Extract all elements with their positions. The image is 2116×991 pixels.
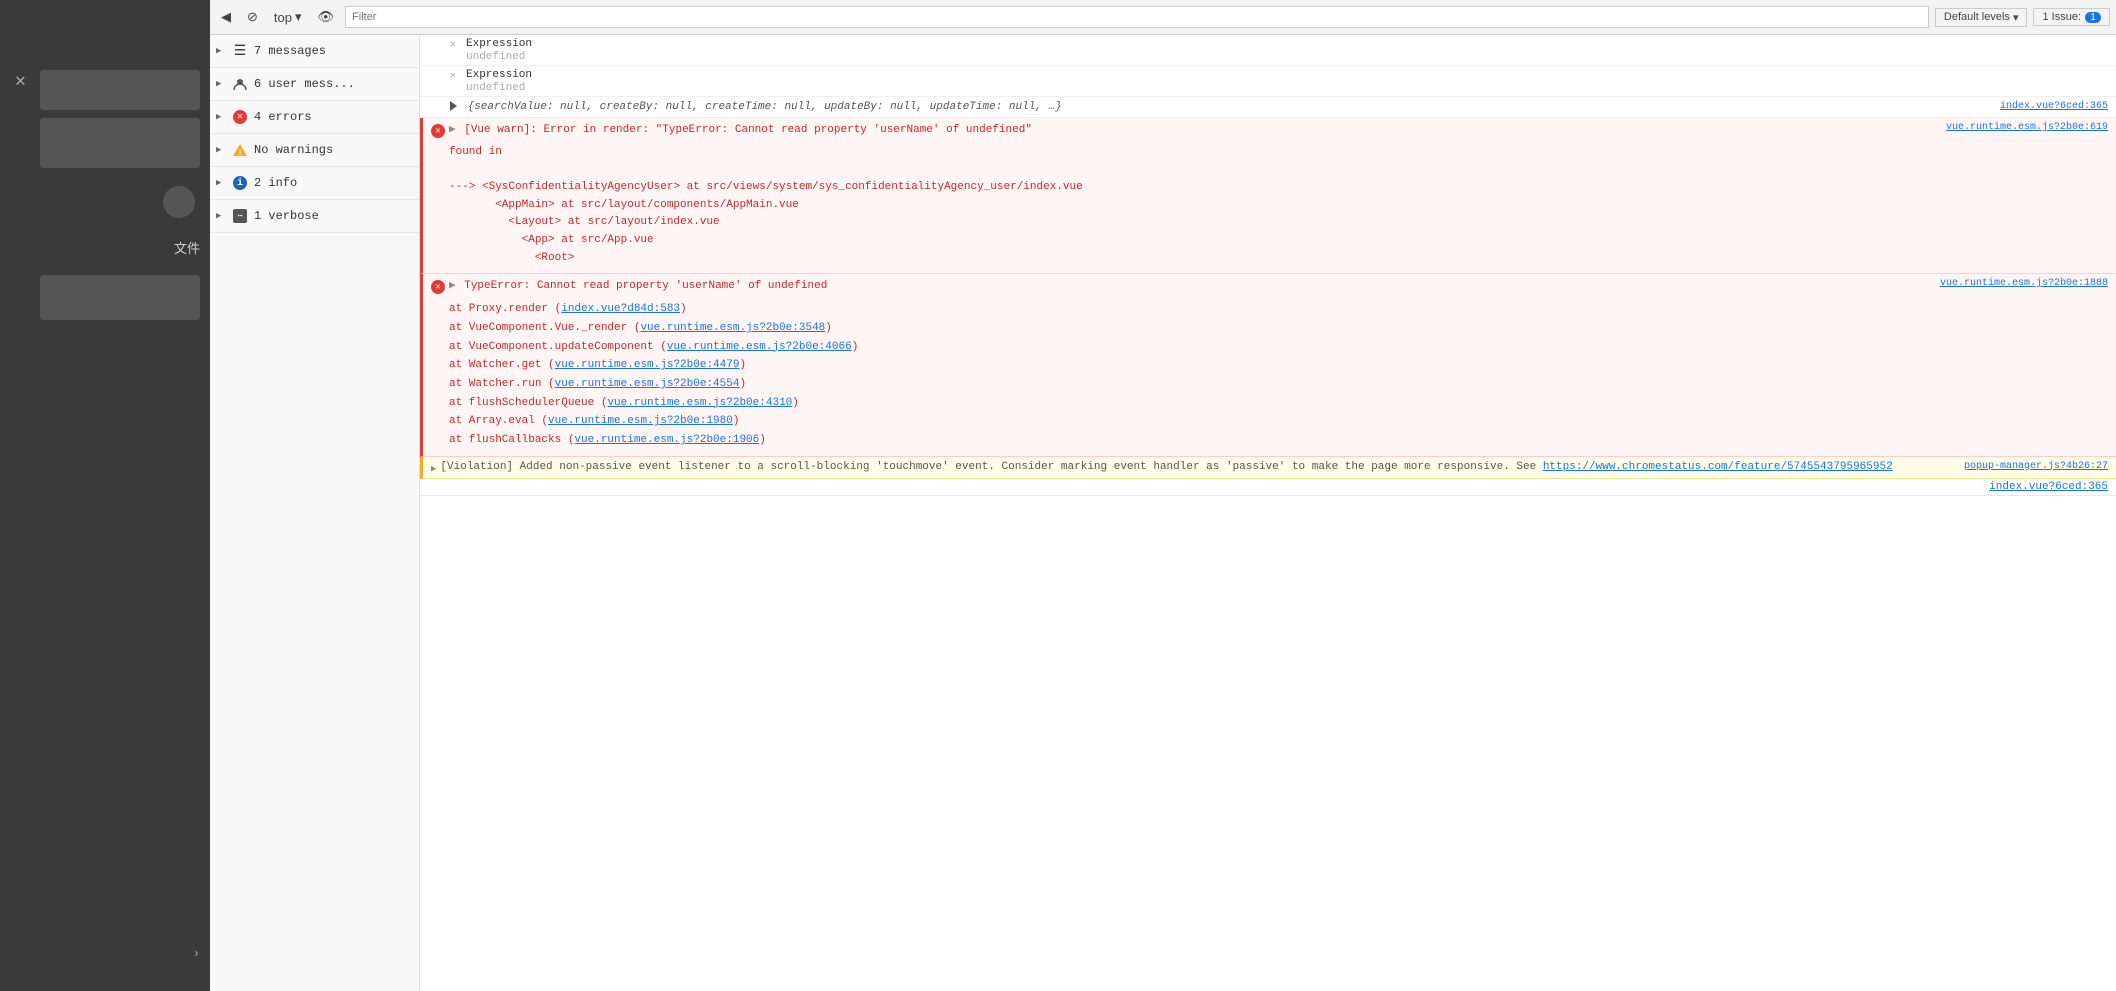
list-icon: ☰ — [232, 43, 248, 59]
warnings-label: No warnings — [254, 143, 413, 157]
inline-source-1[interactable]: index.vue?d84d:583 — [561, 303, 680, 315]
typeerror-error-header: ✕ ▶ TypeError: Cannot read property 'use… — [423, 274, 2116, 298]
expand-arrow-icon: ▶ — [216, 178, 226, 188]
levels-label: Default levels — [1944, 11, 2010, 23]
browser-chrome: ✕ 文件 › — [0, 0, 210, 991]
user-messages-label: 6 user mess... — [254, 77, 413, 91]
console-body: ▶ ☰ 7 messages ▶ 6 user mess... ▶ — [210, 35, 2116, 991]
error-icon-1: ✕ — [431, 124, 445, 138]
violation-link[interactable]: https://www.chromestatus.com/feature/574… — [1543, 461, 1893, 473]
vue-warn-source-link[interactable]: vue.runtime.esm.js?2b0e:619 — [1946, 122, 2108, 133]
object-entry: {searchValue: null, createBy: null, crea… — [420, 97, 2116, 118]
bottom-source-link[interactable]: index.vue?6ced:365 — [1989, 481, 2108, 493]
expand-arrow-icon: ▶ — [216, 211, 226, 221]
sidebar-item-user-messages[interactable]: ▶ 6 user mess... — [210, 68, 419, 101]
expression-value-2: undefined — [450, 82, 2108, 94]
expression-label-2: ✕ Expression — [450, 68, 2108, 82]
bottom-source-row: index.vue?6ced:365 — [420, 479, 2116, 496]
violation-content: [Violation] Added non-passive event list… — [440, 461, 2108, 473]
close-expression-1-button[interactable]: ✕ — [450, 39, 462, 51]
object-source-link[interactable]: index.vue?6ced:365 — [2000, 101, 2108, 112]
error-icon-2: ✕ — [431, 280, 445, 294]
errors-label: 4 errors — [254, 110, 413, 124]
expression-value-1: undefined — [450, 51, 2108, 63]
expression-label-1: ✕ Expression — [450, 37, 2108, 51]
console-output: ✕ Expression undefined ✕ Expression unde… — [420, 35, 2116, 991]
expression-entry-2: ✕ Expression undefined — [420, 66, 2116, 97]
typeerror-error: ✕ ▶ TypeError: Cannot read property 'use… — [420, 274, 2116, 457]
error-icon: ✕ — [232, 109, 248, 125]
expand-triangle-icon — [450, 101, 457, 111]
svg-text:!: ! — [238, 149, 243, 157]
devtools-toolbar: ◀ ⊘ top ▾ 👁 Default levels ▾ 1 Issue: 1 — [210, 0, 2116, 35]
violation-message: [Violation] Added non-passive event list… — [440, 461, 1542, 473]
vue-warn-error-header: ✕ ▶ [Vue warn]: Error in render: "TypeEr… — [423, 118, 2116, 142]
chrome-ui-block — [40, 118, 200, 168]
violation-entry: ▶ [Violation] Added non-passive event li… — [420, 457, 2116, 479]
inline-source-2[interactable]: vue.runtime.esm.js?2b0e:3548 — [640, 322, 825, 334]
verbose-label: 1 verbose — [254, 209, 413, 223]
inline-source-8[interactable]: vue.runtime.esm.js?2b0e:1906 — [574, 434, 759, 446]
typeerror-message: ▶ TypeError: Cannot read property 'userN… — [449, 278, 2108, 292]
expression-text-2: Expression — [466, 69, 532, 81]
back-button[interactable]: ◀ — [216, 6, 236, 28]
context-label: top — [274, 10, 292, 25]
inline-source-3[interactable]: vue.runtime.esm.js?2b0e:4066 — [667, 341, 852, 353]
inline-source-5[interactable]: vue.runtime.esm.js?2b0e:4554 — [555, 378, 740, 390]
expression-text-1: Expression — [466, 38, 532, 50]
expand-tri-right-1: ▶ — [449, 124, 456, 136]
info-icon: i — [232, 175, 248, 191]
expression-entry-1: ✕ Expression undefined — [420, 35, 2116, 66]
vue-warn-message: ▶ [Vue warn]: Error in render: "TypeErro… — [449, 122, 2108, 136]
verbose-icon: ⋯ — [232, 208, 248, 224]
info-label: 2 info — [254, 176, 413, 190]
issue-label: 1 Issue: — [2042, 11, 2081, 23]
issue-button[interactable]: 1 Issue: 1 — [2033, 8, 2110, 26]
expand-arrow-right[interactable]: › — [193, 947, 200, 961]
filter-input[interactable] — [345, 6, 1929, 28]
object-value: {searchValue: null, createBy: null, crea… — [468, 101, 1062, 113]
inline-source-7[interactable]: vue.runtime.esm.js?2b0e:1980 — [548, 415, 733, 427]
levels-button[interactable]: Default levels ▾ — [1935, 8, 2028, 27]
close-expression-2-button[interactable]: ✕ — [450, 70, 462, 82]
block-icon: ⊘ — [247, 9, 258, 25]
sidebar-item-info[interactable]: ▶ i 2 info — [210, 167, 419, 200]
sidebar-item-all-messages[interactable]: ▶ ☰ 7 messages — [210, 35, 419, 68]
user-icon — [232, 76, 248, 92]
context-selector[interactable]: top ▾ — [269, 6, 307, 28]
eye-icon: 👁 — [318, 9, 335, 25]
expand-tri-right-2: ▶ — [449, 280, 456, 292]
sidebar-item-verbose[interactable]: ▶ ⋯ 1 verbose — [210, 200, 419, 233]
violation-source-link[interactable]: popup-manager.js?4b26:27 — [1964, 461, 2108, 472]
typeerror-source-link[interactable]: vue.runtime.esm.js?2b0e:1888 — [1940, 278, 2108, 289]
close-button[interactable]: ✕ — [15, 70, 26, 92]
chinese-label: 文件 — [174, 238, 200, 257]
expand-tri-violation: ▶ — [431, 464, 436, 474]
expand-arrow-icon: ▶ — [216, 79, 226, 89]
vue-warn-error: ✕ ▶ [Vue warn]: Error in render: "TypeEr… — [420, 118, 2116, 274]
back-icon: ◀ — [221, 9, 231, 25]
levels-arrow-icon: ▾ — [2013, 11, 2019, 24]
context-arrow-icon: ▾ — [295, 9, 302, 25]
sidebar-item-warnings[interactable]: ▶ ! No warnings — [210, 134, 419, 167]
sidebar-item-errors[interactable]: ▶ ✕ 4 errors — [210, 101, 419, 134]
expand-arrow-icon: ▶ — [216, 112, 226, 122]
rotate-button[interactable] — [163, 186, 195, 218]
warning-icon: ! — [232, 142, 248, 158]
inline-source-6[interactable]: vue.runtime.esm.js?2b0e:4310 — [607, 397, 792, 409]
expand-arrow-icon: ▶ — [216, 145, 226, 155]
block-button[interactable]: ⊘ — [242, 6, 263, 28]
inline-source-4[interactable]: vue.runtime.esm.js?2b0e:4479 — [555, 359, 740, 371]
eye-button[interactable]: 👁 — [313, 6, 340, 28]
vue-warn-detail: found in ---> <SysConfidentialityAgencyU… — [423, 142, 2116, 273]
expand-arrow-icon: ▶ — [216, 46, 226, 56]
all-messages-label: 7 messages — [254, 44, 413, 58]
chrome-ui-long — [40, 275, 200, 320]
devtools-panel: ◀ ⊘ top ▾ 👁 Default levels ▾ 1 Issue: 1 … — [210, 0, 2116, 991]
object-text[interactable]: {searchValue: null, createBy: null, crea… — [450, 101, 2108, 113]
typeerror-detail: at Proxy.render (index.vue?d84d:583) at … — [423, 298, 2116, 456]
message-list: ▶ ☰ 7 messages ▶ 6 user mess... ▶ — [210, 35, 420, 991]
issue-badge: 1 — [2085, 12, 2101, 23]
